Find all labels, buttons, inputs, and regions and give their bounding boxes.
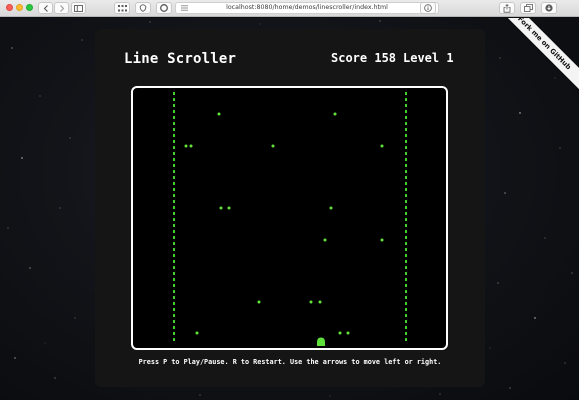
extension-button[interactable] bbox=[135, 2, 151, 14]
green-dot bbox=[195, 331, 199, 335]
forward-button[interactable] bbox=[54, 2, 69, 14]
green-dot bbox=[309, 300, 313, 304]
info-icon bbox=[424, 4, 432, 12]
green-dot bbox=[329, 206, 333, 210]
back-button[interactable] bbox=[38, 2, 53, 14]
game-canvas bbox=[173, 92, 407, 346]
top-sites-button[interactable] bbox=[114, 2, 130, 14]
score-label: Score bbox=[331, 51, 368, 65]
zoom-window-button[interactable] bbox=[26, 4, 33, 11]
green-dot bbox=[271, 144, 275, 148]
grid-icon bbox=[117, 4, 127, 11]
green-dot bbox=[346, 331, 350, 335]
game-board[interactable] bbox=[131, 86, 448, 350]
url-text: localhost:8080/home/demos/linescroller/i… bbox=[226, 4, 388, 11]
chevron-left-icon bbox=[43, 4, 48, 12]
green-dot bbox=[217, 112, 221, 116]
player-ship bbox=[317, 337, 325, 346]
puzzle-icon bbox=[139, 4, 147, 12]
address-bar[interactable]: localhost:8080/home/demos/linescroller/i… bbox=[175, 2, 439, 14]
green-dot bbox=[380, 238, 384, 242]
green-dot bbox=[257, 300, 261, 304]
score-display: Score 158 bbox=[331, 51, 396, 65]
minimize-window-button[interactable] bbox=[16, 4, 23, 11]
level-display: Level 1 bbox=[403, 51, 454, 65]
close-window-button[interactable] bbox=[6, 4, 13, 11]
tabs-button[interactable] bbox=[520, 2, 536, 14]
shield-icon bbox=[160, 4, 168, 12]
level-label: Level bbox=[403, 51, 440, 65]
score-value: 158 bbox=[374, 51, 397, 65]
web-page: Fork me on GitHub Line Scroller Score 15… bbox=[0, 18, 579, 400]
level-value: 1 bbox=[446, 51, 454, 65]
chevron-right-icon bbox=[59, 4, 64, 12]
game-panel: Line Scroller Score 158 Level 1 Press P … bbox=[95, 29, 485, 387]
green-dot bbox=[323, 238, 327, 242]
green-dot bbox=[184, 144, 188, 148]
green-dot bbox=[227, 206, 231, 210]
share-icon bbox=[503, 3, 511, 13]
sidebar-button[interactable] bbox=[71, 2, 86, 14]
green-dot bbox=[219, 206, 223, 210]
download-icon bbox=[545, 4, 553, 12]
green-dot bbox=[318, 300, 322, 304]
green-dot bbox=[189, 144, 193, 148]
privacy-button[interactable] bbox=[156, 2, 172, 14]
sidebar-icon bbox=[74, 4, 83, 12]
info-button[interactable] bbox=[420, 2, 436, 14]
share-button[interactable] bbox=[499, 2, 515, 14]
green-dot bbox=[333, 112, 337, 116]
green-dot bbox=[380, 144, 384, 148]
instructions-text: Press P to Play/Pause. R to Restart. Use… bbox=[138, 358, 442, 366]
green-dot bbox=[338, 331, 342, 335]
tabs-icon bbox=[523, 4, 533, 12]
downloads-button[interactable] bbox=[541, 2, 557, 14]
browser-toolbar: localhost:8080/home/demos/linescroller/i… bbox=[0, 0, 579, 17]
game-title: Line Scroller bbox=[124, 51, 237, 67]
